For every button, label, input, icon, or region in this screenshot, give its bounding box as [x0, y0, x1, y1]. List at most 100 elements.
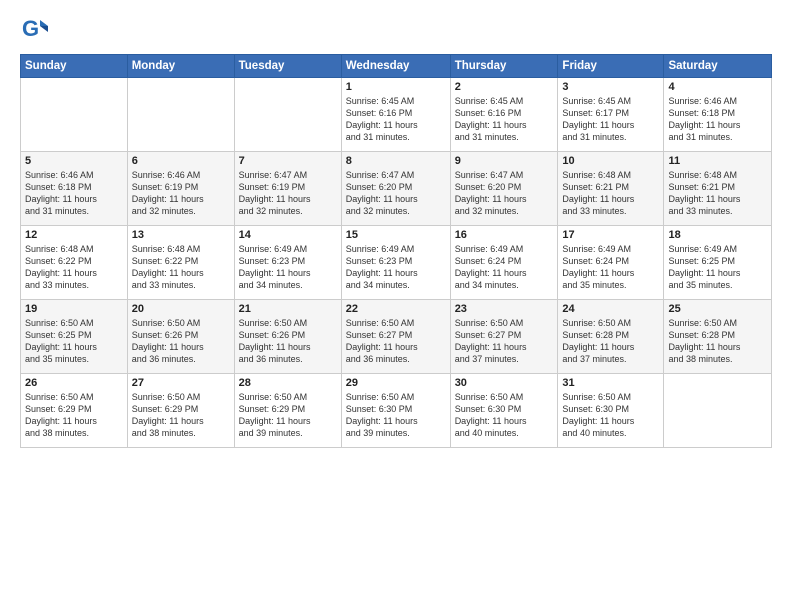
calendar-week-row: 12 Sunrise: 6:48 AM Sunset: 6:22 PM Dayli…	[21, 226, 772, 300]
day-number: 14	[239, 229, 337, 241]
calendar-cell: 15Sunrise: 6:49 AM Sunset: 6:23 PM Dayli…	[341, 226, 450, 300]
calendar-cell: 9 Sunrise: 6:47 AM Sunset: 6:20 PM Daylig…	[450, 152, 558, 226]
day-info: Sunrise: 6:50 AM Sunset: 6:30 PM Dayligh…	[455, 391, 554, 440]
calendar-week-row: 19 Sunrise: 6:50 AM Sunset: 6:25 PM Dayli…	[21, 300, 772, 374]
day-info: Sunrise: 6:49 AM Sunset: 6:25 PM Dayligh…	[668, 243, 767, 292]
day-info: Sunrise: 6:49 AM Sunset: 6:24 PM Dayligh…	[562, 243, 659, 292]
day-number: 5	[25, 155, 123, 167]
calendar-cell: 14Sunrise: 6:49 AM Sunset: 6:23 PM Dayli…	[234, 226, 341, 300]
day-info: Sunrise: 6:48 AM Sunset: 6:22 PM Dayligh…	[25, 243, 123, 292]
day-number: 18	[668, 229, 767, 241]
day-info: Sunrise: 6:48 AM Sunset: 6:21 PM Dayligh…	[668, 169, 767, 218]
day-number: 16	[455, 229, 554, 241]
day-info: Sunrise: 6:48 AM Sunset: 6:22 PM Dayligh…	[132, 243, 230, 292]
calendar-cell: 6Sunrise: 6:46 AM Sunset: 6:19 PM Daylig…	[127, 152, 234, 226]
calendar-cell: 3Sunrise: 6:45 AM Sunset: 6:17 PM Daylig…	[558, 78, 664, 152]
calendar-cell: 25 Sunrise: 6:50 AM Sunset: 6:28 PM Dayli…	[664, 300, 772, 374]
day-of-week-header: Friday	[558, 55, 664, 78]
day-info: Sunrise: 6:45 AM Sunset: 6:16 PM Dayligh…	[455, 95, 554, 144]
day-number: 11	[668, 155, 767, 167]
day-of-week-header: Thursday	[450, 55, 558, 78]
calendar-cell: 4 Sunrise: 6:46 AM Sunset: 6:18 PM Daylig…	[664, 78, 772, 152]
calendar-cell: 2 Sunrise: 6:45 AM Sunset: 6:16 PM Daylig…	[450, 78, 558, 152]
calendar-cell	[127, 78, 234, 152]
day-number: 29	[346, 377, 446, 389]
svg-text:G: G	[22, 16, 39, 41]
day-info: Sunrise: 6:50 AM Sunset: 6:27 PM Dayligh…	[455, 317, 554, 366]
day-info: Sunrise: 6:50 AM Sunset: 6:25 PM Dayligh…	[25, 317, 123, 366]
calendar-cell: 10Sunrise: 6:48 AM Sunset: 6:21 PM Dayli…	[558, 152, 664, 226]
day-info: Sunrise: 6:49 AM Sunset: 6:23 PM Dayligh…	[346, 243, 446, 292]
day-number: 31	[562, 377, 659, 389]
calendar-week-row: 5Sunrise: 6:46 AM Sunset: 6:18 PM Daylig…	[21, 152, 772, 226]
calendar-cell: 22 Sunrise: 6:50 AM Sunset: 6:27 PM Dayli…	[341, 300, 450, 374]
day-number: 2	[455, 81, 554, 93]
calendar-cell: 7Sunrise: 6:47 AM Sunset: 6:19 PM Daylig…	[234, 152, 341, 226]
calendar-cell: 5Sunrise: 6:46 AM Sunset: 6:18 PM Daylig…	[21, 152, 128, 226]
calendar-cell	[21, 78, 128, 152]
calendar-cell: 1 Sunrise: 6:45 AM Sunset: 6:16 PM Daylig…	[341, 78, 450, 152]
calendar: SundayMondayTuesdayWednesdayThursdayFrid…	[20, 54, 772, 448]
day-number: 1	[346, 81, 446, 93]
day-number: 7	[239, 155, 337, 167]
day-number: 20	[132, 303, 230, 315]
calendar-week-row: 26 Sunrise: 6:50 AM Sunset: 6:29 PM Dayli…	[21, 374, 772, 448]
day-number: 9	[455, 155, 554, 167]
calendar-cell: 13 Sunrise: 6:48 AM Sunset: 6:22 PM Dayli…	[127, 226, 234, 300]
day-info: Sunrise: 6:50 AM Sunset: 6:30 PM Dayligh…	[562, 391, 659, 440]
day-info: Sunrise: 6:50 AM Sunset: 6:26 PM Dayligh…	[239, 317, 337, 366]
day-of-week-header: Tuesday	[234, 55, 341, 78]
calendar-cell: 28 Sunrise: 6:50 AM Sunset: 6:29 PM Dayli…	[234, 374, 341, 448]
day-number: 17	[562, 229, 659, 241]
day-of-week-header: Monday	[127, 55, 234, 78]
calendar-cell: 8 Sunrise: 6:47 AM Sunset: 6:20 PM Daylig…	[341, 152, 450, 226]
calendar-cell: 20 Sunrise: 6:50 AM Sunset: 6:26 PM Dayli…	[127, 300, 234, 374]
day-info: Sunrise: 6:50 AM Sunset: 6:28 PM Dayligh…	[562, 317, 659, 366]
day-number: 13	[132, 229, 230, 241]
day-info: Sunrise: 6:45 AM Sunset: 6:16 PM Dayligh…	[346, 95, 446, 144]
day-info: Sunrise: 6:50 AM Sunset: 6:27 PM Dayligh…	[346, 317, 446, 366]
day-info: Sunrise: 6:50 AM Sunset: 6:28 PM Dayligh…	[668, 317, 767, 366]
calendar-cell: 12 Sunrise: 6:48 AM Sunset: 6:22 PM Dayli…	[21, 226, 128, 300]
logo-icon: G	[20, 16, 48, 44]
calendar-cell: 27 Sunrise: 6:50 AM Sunset: 6:29 PM Dayli…	[127, 374, 234, 448]
day-number: 19	[25, 303, 123, 315]
day-number: 8	[346, 155, 446, 167]
day-info: Sunrise: 6:46 AM Sunset: 6:19 PM Dayligh…	[132, 169, 230, 218]
day-number: 4	[668, 81, 767, 93]
calendar-week-row: 1 Sunrise: 6:45 AM Sunset: 6:16 PM Daylig…	[21, 78, 772, 152]
day-of-week-header: Saturday	[664, 55, 772, 78]
logo: G	[20, 16, 52, 44]
calendar-cell: 18 Sunrise: 6:49 AM Sunset: 6:25 PM Dayli…	[664, 226, 772, 300]
day-number: 28	[239, 377, 337, 389]
day-number: 10	[562, 155, 659, 167]
day-info: Sunrise: 6:50 AM Sunset: 6:29 PM Dayligh…	[132, 391, 230, 440]
day-number: 12	[25, 229, 123, 241]
day-number: 26	[25, 377, 123, 389]
calendar-cell: 31 Sunrise: 6:50 AM Sunset: 6:30 PM Dayli…	[558, 374, 664, 448]
day-number: 24	[562, 303, 659, 315]
day-number: 22	[346, 303, 446, 315]
day-number: 21	[239, 303, 337, 315]
day-info: Sunrise: 6:47 AM Sunset: 6:20 PM Dayligh…	[346, 169, 446, 218]
header: G	[20, 16, 772, 44]
day-info: Sunrise: 6:50 AM Sunset: 6:30 PM Dayligh…	[346, 391, 446, 440]
calendar-cell: 11 Sunrise: 6:48 AM Sunset: 6:21 PM Dayli…	[664, 152, 772, 226]
day-number: 25	[668, 303, 767, 315]
day-of-week-header: Wednesday	[341, 55, 450, 78]
calendar-cell: 19 Sunrise: 6:50 AM Sunset: 6:25 PM Dayli…	[21, 300, 128, 374]
day-info: Sunrise: 6:49 AM Sunset: 6:24 PM Dayligh…	[455, 243, 554, 292]
calendar-cell: 17 Sunrise: 6:49 AM Sunset: 6:24 PM Dayli…	[558, 226, 664, 300]
page: G SundayMondayTuesdayWednesdayThursdayFr…	[0, 0, 792, 612]
day-info: Sunrise: 6:47 AM Sunset: 6:20 PM Dayligh…	[455, 169, 554, 218]
calendar-cell: 30 Sunrise: 6:50 AM Sunset: 6:30 PM Dayli…	[450, 374, 558, 448]
calendar-cell: 24 Sunrise: 6:50 AM Sunset: 6:28 PM Dayli…	[558, 300, 664, 374]
day-info: Sunrise: 6:50 AM Sunset: 6:29 PM Dayligh…	[239, 391, 337, 440]
day-number: 30	[455, 377, 554, 389]
calendar-header-row: SundayMondayTuesdayWednesdayThursdayFrid…	[21, 55, 772, 78]
day-number: 3	[562, 81, 659, 93]
day-number: 27	[132, 377, 230, 389]
day-info: Sunrise: 6:46 AM Sunset: 6:18 PM Dayligh…	[668, 95, 767, 144]
day-of-week-header: Sunday	[21, 55, 128, 78]
day-info: Sunrise: 6:50 AM Sunset: 6:26 PM Dayligh…	[132, 317, 230, 366]
